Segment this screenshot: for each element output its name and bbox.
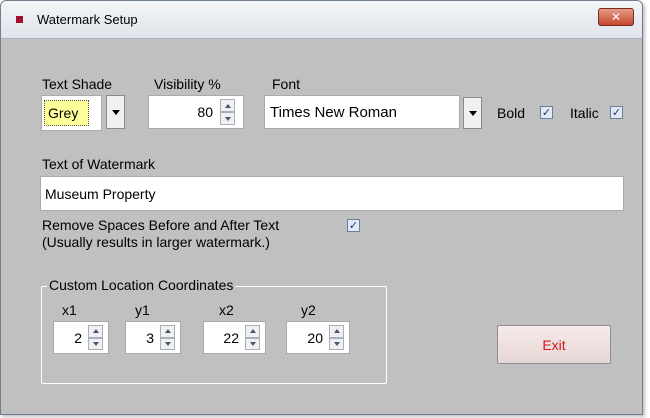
y2-spinner[interactable] — [329, 325, 344, 350]
spin-up-icon — [224, 103, 231, 108]
x1-label: x1 — [62, 302, 77, 318]
spin-down-icon — [224, 116, 231, 121]
title-bar[interactable]: Watermark Setup ✕ — [1, 1, 642, 39]
spin-up-icon — [164, 329, 171, 334]
spin-up-icon — [333, 329, 340, 334]
checkmark-icon: ✓ — [611, 106, 622, 119]
y1-up-button[interactable] — [160, 325, 175, 338]
spin-down-icon — [164, 341, 171, 346]
x2-value: 22 — [223, 330, 239, 346]
spin-down-icon — [249, 341, 256, 346]
italic-checkbox[interactable]: ✓ — [610, 106, 623, 119]
x2-up-button[interactable] — [245, 325, 260, 338]
dropdown-arrow-icon — [468, 110, 477, 116]
x2-down-button[interactable] — [245, 337, 260, 350]
dropdown-arrow-icon — [111, 109, 120, 115]
spin-down-icon — [333, 341, 340, 346]
exit-button-label: Exit — [542, 336, 566, 353]
spin-down-icon — [92, 341, 99, 346]
app-icon — [16, 16, 23, 23]
watermark-text-label: Text of Watermark — [42, 156, 156, 172]
y2-down-button[interactable] — [329, 337, 344, 350]
x1-down-button[interactable] — [88, 337, 103, 350]
x1-spinner[interactable] — [88, 325, 103, 350]
text-shade-selection: Grey — [44, 100, 89, 126]
text-shade-label: Text Shade — [42, 76, 113, 92]
text-shade-dropdown-button[interactable] — [106, 95, 125, 129]
text-shade-select[interactable]: Grey — [41, 95, 102, 131]
font-value: Times New Roman — [270, 104, 397, 121]
checkmark-icon: ✓ — [541, 106, 552, 119]
font-select[interactable]: Times New Roman — [264, 95, 460, 129]
spin-up-icon — [249, 329, 256, 334]
italic-label: Italic — [570, 105, 599, 121]
visibility-spinner[interactable] — [220, 99, 235, 125]
watermark-text-value: Museum Property — [45, 186, 156, 202]
y2-value: 20 — [307, 330, 323, 346]
spin-up-icon — [92, 329, 99, 334]
custom-coordinates-legend: Custom Location Coordinates — [47, 277, 236, 293]
y1-spinner[interactable] — [160, 325, 175, 350]
x1-up-button[interactable] — [88, 325, 103, 338]
y1-value: 3 — [146, 330, 154, 346]
watermark-text-input[interactable]: Museum Property — [40, 176, 624, 211]
close-icon: ✕ — [610, 10, 622, 24]
dialog-body: Text Shade Grey Visibility % 80 Font Tim… — [1, 40, 642, 414]
y2-label: y2 — [301, 302, 316, 318]
y1-label: y1 — [135, 302, 150, 318]
text-shade-value: Grey — [48, 105, 79, 121]
font-dropdown-button[interactable] — [463, 97, 482, 129]
window-title: Watermark Setup — [37, 12, 138, 27]
x2-label: x2 — [219, 302, 234, 318]
visibility-up-button[interactable] — [220, 99, 235, 112]
remove-spaces-note: (Usually results in larger watermark.) — [42, 234, 270, 250]
remove-spaces-checkbox[interactable]: ✓ — [347, 219, 360, 232]
y1-down-button[interactable] — [160, 337, 175, 350]
y2-up-button[interactable] — [329, 325, 344, 338]
x2-spinner[interactable] — [245, 325, 260, 350]
font-label: Font — [272, 76, 301, 92]
remove-spaces-label: Remove Spaces Before and After Text — [42, 217, 280, 233]
visibility-down-button[interactable] — [220, 112, 235, 125]
checkmark-icon: ✓ — [348, 219, 359, 232]
x1-value: 2 — [74, 330, 82, 346]
bold-label: Bold — [497, 105, 526, 121]
visibility-label: Visibility % — [154, 76, 221, 92]
bold-checkbox[interactable]: ✓ — [540, 106, 553, 119]
watermark-setup-dialog: Watermark Setup ✕ Text Shade Grey Visibi… — [0, 0, 643, 415]
exit-button[interactable]: Exit — [497, 325, 611, 364]
close-button[interactable]: ✕ — [598, 8, 634, 26]
visibility-value: 80 — [197, 104, 213, 120]
